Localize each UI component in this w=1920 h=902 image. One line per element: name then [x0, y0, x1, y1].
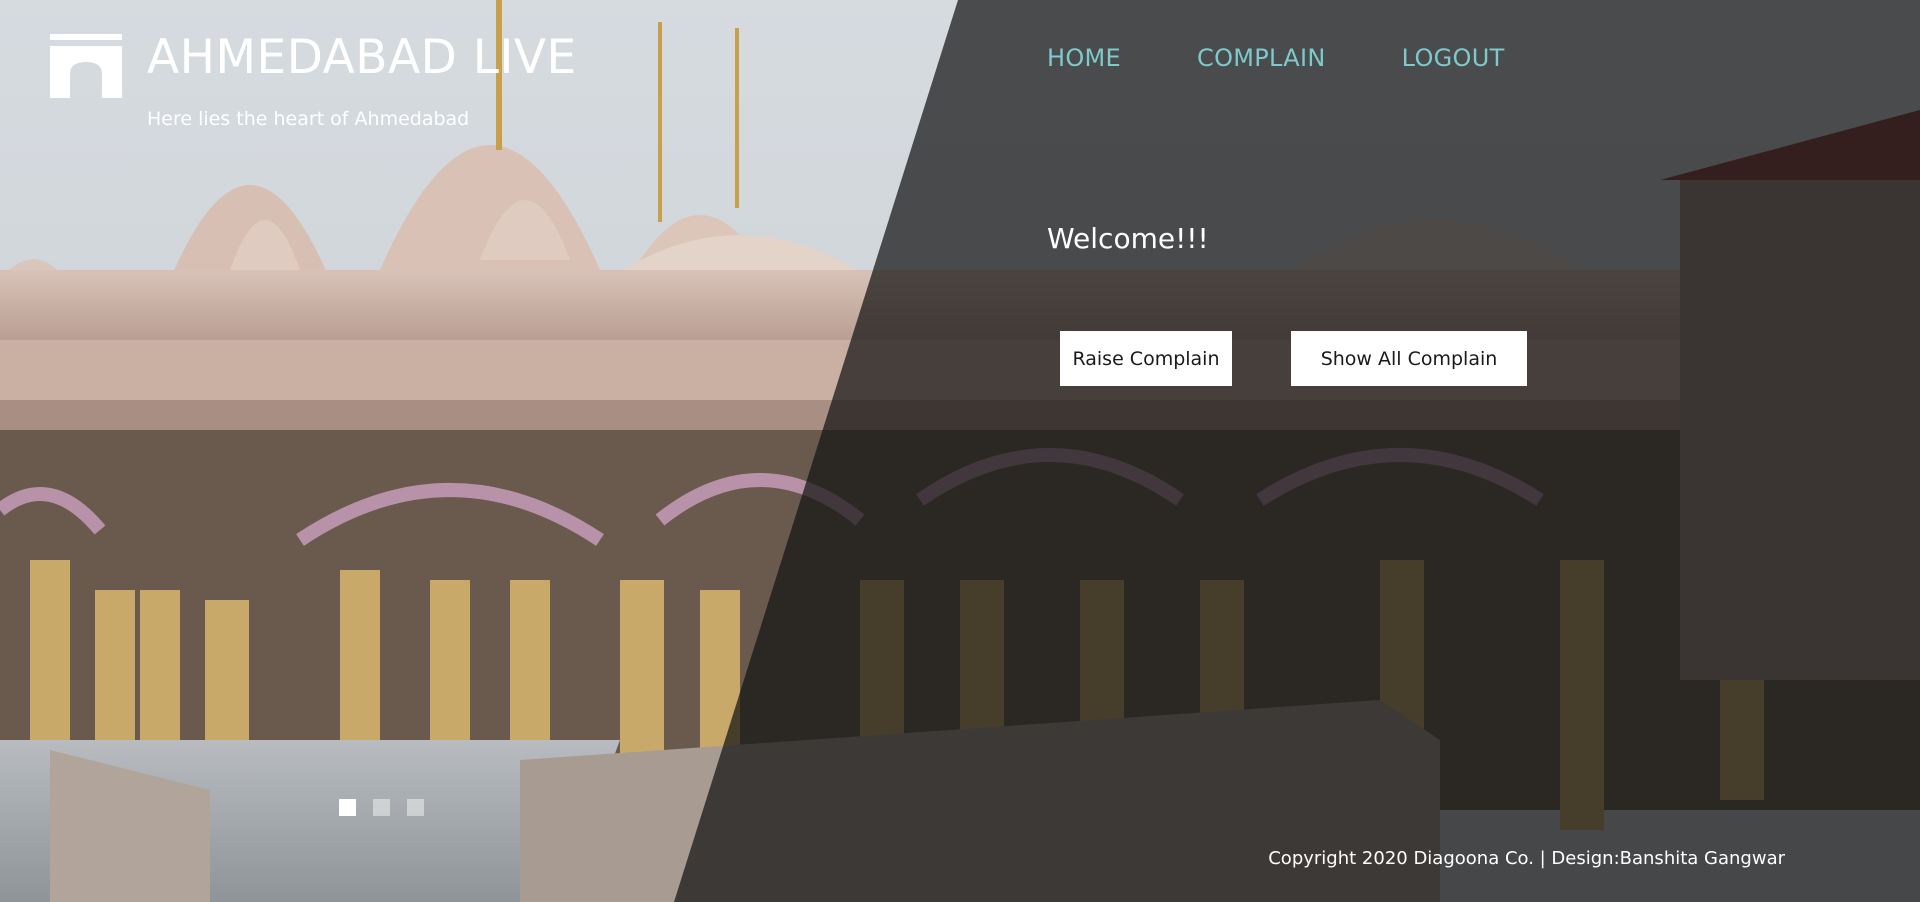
landing-page: AHMEDABAD LIVE Here lies the heart of Ah… [0, 0, 1920, 902]
nav-logout-link[interactable]: LOGOUT [1402, 44, 1505, 72]
site-title: AHMEDABAD LIVE [147, 30, 577, 85]
copyright-text: Copyright 2020 Diagoona Co. | Design:Ban… [1268, 848, 1785, 869]
slider-dot-1[interactable] [339, 799, 356, 816]
slider-indicators [339, 799, 424, 816]
raise-complain-button[interactable]: Raise Complain [1060, 331, 1232, 386]
slider-dot-3[interactable] [407, 799, 424, 816]
site-tagline: Here lies the heart of Ahmedabad [147, 108, 470, 130]
nav-home-link[interactable]: HOME [1047, 44, 1121, 72]
welcome-heading: Welcome!!! [1047, 222, 1209, 255]
main-nav: HOME COMPLAIN LOGOUT [1047, 44, 1505, 72]
slider-dot-2[interactable] [373, 799, 390, 816]
arch-gate-icon [50, 34, 122, 98]
nav-complain-link[interactable]: COMPLAIN [1197, 44, 1326, 72]
show-all-complain-button[interactable]: Show All Complain [1291, 331, 1527, 386]
